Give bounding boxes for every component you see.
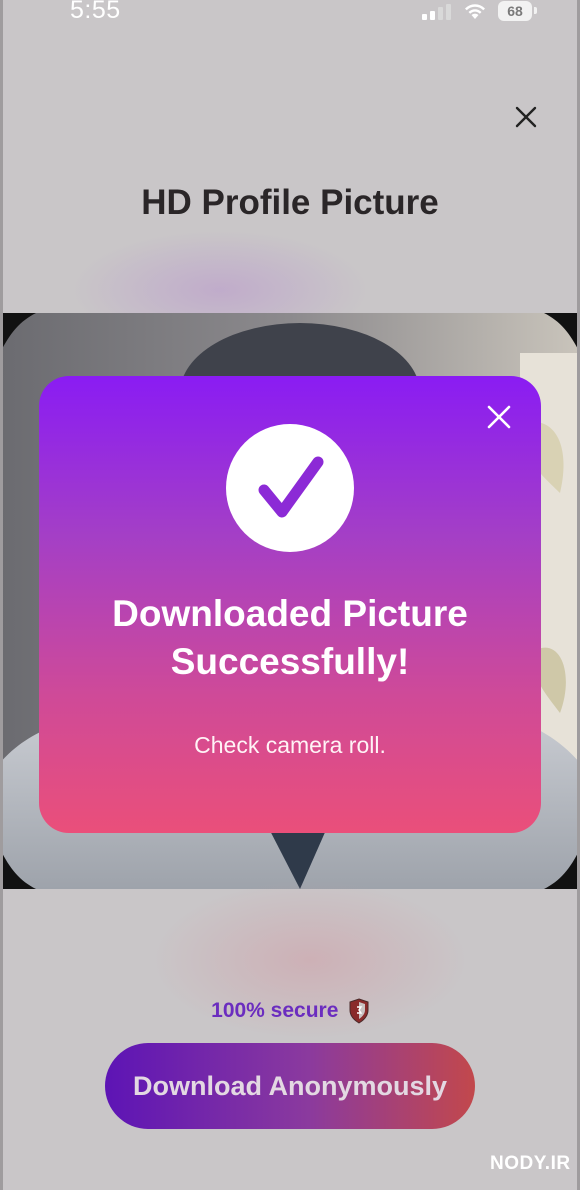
signal-icon <box>422 4 451 20</box>
close-icon[interactable] <box>486 404 512 430</box>
modal-title-line2: Successfully! <box>170 641 410 682</box>
battery-tip <box>534 7 537 14</box>
battery-icon: 68 <box>498 1 532 21</box>
checkmark-icon <box>258 456 324 518</box>
watermark-text: NODY.IR <box>490 1153 571 1174</box>
download-anonymously-button[interactable]: Download Anonymously <box>105 1043 475 1129</box>
watermark: NODY.IR <box>490 1153 572 1185</box>
shield-icon <box>349 998 369 1024</box>
secure-indicator: 100% secure <box>0 998 580 1024</box>
app-screen: 5:55 68 HD Profile Picture 100% secure D… <box>0 0 580 1190</box>
screen-edge-left <box>0 0 3 1190</box>
modal-title: Downloaded Picture Successfully! <box>39 590 541 686</box>
status-time: 5:55 <box>70 0 121 24</box>
success-modal: Downloaded Picture Successfully! Check c… <box>39 376 541 833</box>
secure-text: 100% secure <box>211 999 339 1022</box>
battery-level: 68 <box>507 3 523 19</box>
close-icon[interactable] <box>514 105 538 129</box>
success-badge <box>226 424 354 552</box>
status-bar: 5:55 68 <box>0 0 580 32</box>
modal-subtitle: Check camera roll. <box>194 732 386 758</box>
modal-title-line1: Downloaded Picture <box>112 593 468 634</box>
wifi-icon <box>465 4 485 19</box>
page-title: HD Profile Picture <box>141 183 439 222</box>
